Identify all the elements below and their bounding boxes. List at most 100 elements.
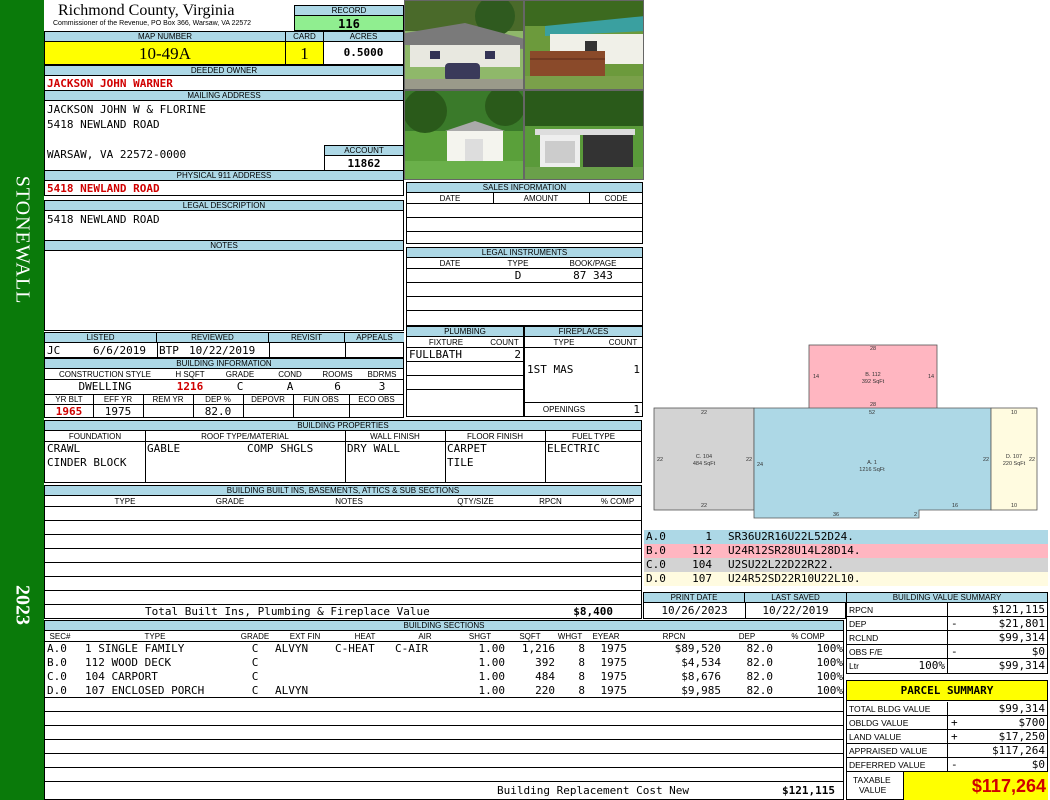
section-cell-sqft: 484: [535, 670, 555, 683]
sections-col-grade: GRADE: [240, 632, 270, 641]
sketch-vectors: A.0 1 SR36U2R16U22L52D24. B.0 112 U24R12SR28U…: [644, 528, 1048, 588]
dim-a-bot2: 16: [952, 503, 958, 509]
print-date: 10/26/2023: [661, 604, 728, 617]
sketch-b-label: B. 112: [865, 372, 881, 378]
sections-col-sec: SEC#: [49, 632, 71, 641]
vector-row: C.0 104 U2SU22L22D22R22.: [644, 558, 1048, 572]
record-value: 116: [338, 17, 360, 31]
section-cell-grade: C: [251, 656, 259, 669]
builtins-total-value: $8,400: [573, 605, 613, 618]
instruments-col-type: TYPE: [507, 259, 529, 268]
dim-b-left: 14: [813, 374, 819, 380]
floor-finish-2: TILE: [447, 456, 474, 469]
plumbing-box: PLUMBING FIXTURE COUNT FULLBATH 2: [406, 326, 524, 417]
map-number-box: MAP NUMBER 10-49A: [44, 31, 286, 65]
review-box: LISTED REVIEWED REVISIT APPEALS JC 6/6/2…: [44, 332, 404, 358]
reviewed-label: REVIEWED: [157, 333, 269, 343]
vs-rclnd: $99,314: [947, 631, 1048, 645]
effective-year: 1975: [104, 405, 132, 418]
sections-col-eyear: EYEAR: [592, 632, 620, 641]
dim-c-top: 22: [701, 410, 707, 416]
account-box: ACCOUNT 11862: [324, 145, 404, 171]
dates-box: PRINT DATE LAST SAVED 10/26/2023 10/22/2…: [643, 592, 846, 619]
section-cell-dep: 82.0: [746, 642, 774, 655]
prop-col-foundation: FOUNDATION: [68, 432, 122, 441]
bi-col-hsqft: H SQFT: [175, 370, 205, 379]
fireplace-count: 1: [633, 363, 640, 376]
parcel-summary-title: PARCEL SUMMARY: [847, 681, 1047, 701]
bi-col-rooms: ROOMS: [322, 370, 353, 379]
physical-address-box: PHYSICAL 911 ADDRESS 5418 NEWLAND ROAD: [44, 170, 404, 196]
dim-c-left: 22: [657, 457, 663, 463]
deferred-sign: -: [951, 758, 958, 771]
dim-d-bot: 10: [1011, 503, 1017, 509]
sketch-a-sqft: 1216 SqFt: [859, 467, 885, 473]
section-cell-type: 112 WOOD DECK: [85, 656, 172, 669]
legal-description-label: LEGAL DESCRIPTION: [45, 201, 403, 211]
house-photo-front: [404, 0, 524, 90]
dim-a-step: 2: [914, 512, 917, 518]
vector-num: 107: [692, 572, 712, 585]
mailing-line2: 5418 NEWLAND ROAD: [47, 118, 160, 131]
bi-col-style: CONSTRUCTION STYLE: [58, 370, 151, 379]
sketch-c-sqft: 484 SqFt: [693, 461, 716, 467]
physical-address-label: PHYSICAL 911 ADDRESS: [45, 171, 403, 181]
last-saved-date: 10/22/2019: [762, 604, 829, 617]
obldg-value: $700: [947, 716, 1048, 730]
section-cell-dep: 82.0: [746, 656, 774, 669]
builtins-col-grade: GRADE: [215, 497, 245, 506]
value-summary-box: BUILDING VALUE SUMMARY RPCN $121,115 DEP…: [846, 592, 1048, 674]
room-count: 6: [334, 380, 341, 393]
section-cell-eyear: 1975: [600, 684, 628, 697]
dim-d-top: 10: [1011, 410, 1017, 416]
section-cell-air: C-AIR: [395, 642, 429, 655]
legal-description-box: LEGAL DESCRIPTION 5418 NEWLAND ROAD: [44, 200, 404, 241]
sections-col-comp: % COMP: [791, 632, 825, 641]
county-title: Richmond County, Virginia: [58, 2, 235, 19]
vector-code: SR36U2R16U22L52D24.: [728, 530, 854, 543]
bi-col-bdrms: BDRMS: [367, 370, 397, 379]
floor-finish-1: CARPET: [447, 442, 487, 455]
instruments-col-bookpage: BOOK/PAGE: [569, 259, 617, 268]
dim-d-right: 22: [1029, 457, 1035, 463]
fireplace-type: 1ST MAS: [527, 363, 574, 376]
sketch-a-label: A. 1: [867, 460, 877, 466]
wall-finish: DRY WALL: [347, 442, 400, 455]
roof-material: COMP SHGLS: [247, 442, 314, 455]
sections-col-ext: EXT FIN: [289, 632, 321, 641]
dim-c-bot: 22: [701, 503, 707, 509]
tax-year: 2023: [11, 585, 34, 625]
builtins-box: BUILDING BUILT INS, BASEMENTS, ATTICS & …: [44, 485, 642, 619]
obldg-sign: +: [951, 716, 958, 729]
parcel-summary-box: PARCEL SUMMARY TOTAL BLDG VALUE $99,314 …: [846, 680, 1048, 800]
vector-row: D.0 107 U24R52SD22R10U22L10.: [644, 572, 1048, 586]
sections-col-whgt: WHGT: [557, 632, 583, 641]
vector-id: B.0: [646, 544, 666, 557]
bi-col-dep: DEP %: [205, 395, 231, 404]
vector-row: A.0 1 SR36U2R16U22L52D24.: [644, 530, 1048, 544]
sketch-d-label: D. 107: [1006, 454, 1022, 460]
bi-col-ecoobs: ECO OBS: [358, 395, 395, 404]
listed-label: LISTED: [45, 333, 157, 343]
taxable-value: $117,264: [971, 776, 1046, 796]
building-sketch: B. 112 392 SqFt C. 104 484 SqFt A. 1 121…: [650, 340, 1046, 522]
revisit-label: REVISIT: [269, 333, 345, 343]
section-cell-eyear: 1975: [600, 670, 628, 683]
section-cell-sec: B.0: [47, 656, 67, 669]
physical-address: 5418 NEWLAND ROAD: [47, 182, 160, 195]
section-cell-rpcn: $8,676: [681, 670, 721, 683]
sales-col-code: CODE: [604, 194, 628, 203]
prop-col-roof: ROOF TYPE/MATERIAL: [201, 432, 289, 441]
record-label: RECORD: [295, 6, 403, 16]
section-cell-rpcn: $9,985: [681, 684, 721, 697]
appraised-label: APPRAISED VALUE: [847, 744, 947, 758]
vector-num: 104: [692, 558, 712, 571]
section-cell-sec: C.0: [47, 670, 67, 683]
section-cell-type: 1 SINGLE FAMILY: [85, 642, 185, 655]
mailing-label: MAILING ADDRESS: [45, 91, 403, 101]
instrument-bookpage: 87 343: [573, 269, 613, 282]
dim-c-right: 22: [746, 457, 752, 463]
sales-col-amount: AMOUNT: [523, 194, 559, 203]
vector-id: C.0: [646, 558, 666, 571]
last-saved-label: LAST SAVED: [745, 593, 846, 603]
